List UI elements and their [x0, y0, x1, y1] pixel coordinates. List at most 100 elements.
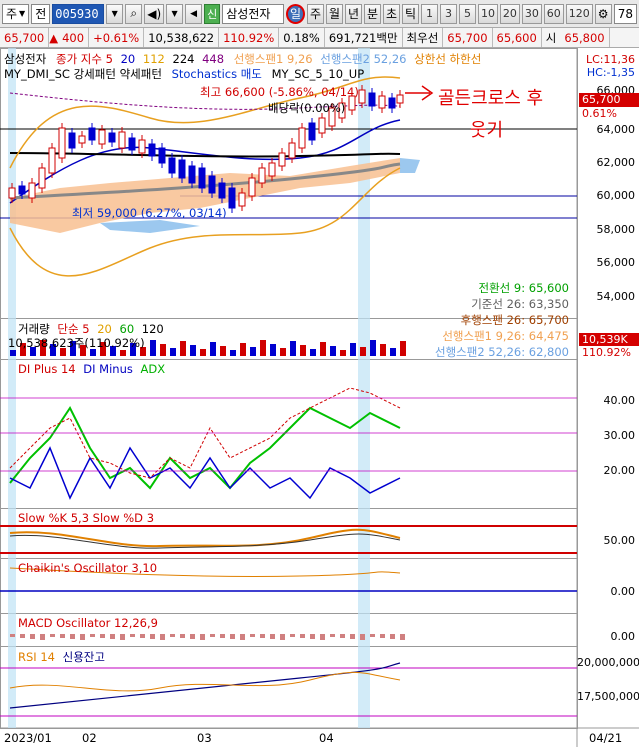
volume-value-text: 10,538,623주(110.92%) — [8, 336, 145, 350]
candle-body — [128, 137, 136, 151]
macd-bar — [310, 634, 315, 639]
candle-body — [88, 127, 96, 141]
candle-body — [98, 129, 106, 145]
period-month[interactable]: 월 — [326, 3, 343, 24]
stock-code-input[interactable] — [52, 3, 105, 24]
history-button[interactable]: ▼ — [166, 3, 184, 24]
sound-button[interactable]: ◀) — [144, 3, 165, 24]
legend-di-plus: DI Plus 14 — [18, 362, 76, 376]
dividend-annotation: 배당락(0.00%) — [268, 101, 346, 115]
date-axis-feb: 02 — [82, 731, 97, 745]
legend-di-minus: DI Minus — [83, 362, 133, 376]
period-year[interactable]: 년 — [345, 3, 362, 24]
ichimoku-span1: 선행스팬1 9,26: 64,475 — [442, 329, 569, 343]
candle-body — [48, 147, 56, 174]
interval-5[interactable]: 5 — [459, 3, 476, 24]
macd-bar — [170, 634, 175, 637]
macd-bar — [360, 634, 365, 640]
candle-body — [258, 167, 266, 184]
macd-bar — [150, 634, 155, 639]
volume-bar — [200, 349, 206, 356]
candle-body — [248, 177, 256, 197]
candle-body — [38, 167, 46, 189]
macd-bar — [220, 634, 225, 638]
legend-volume-ma20: 20 — [97, 322, 112, 336]
interval-60[interactable]: 60 — [543, 3, 564, 24]
price-change-pct: +0.61% — [93, 30, 140, 45]
volume-bar — [250, 347, 256, 356]
interval-20[interactable]: 20 — [499, 3, 520, 24]
market-select[interactable]: 주 ▼ — [2, 3, 30, 24]
interval-1[interactable]: 1 — [421, 3, 438, 24]
ichimoku-chikou: 후행스팬 26: 65,700 — [460, 313, 569, 327]
prev-button[interactable]: ◀ — [185, 3, 203, 24]
macd-bar — [300, 634, 305, 638]
ichimoku-cloud-blue — [100, 220, 200, 233]
interval-3[interactable]: 3 — [440, 3, 457, 24]
candle-body — [208, 175, 216, 194]
interval-120[interactable]: 120 — [565, 3, 593, 24]
macd-bar — [110, 634, 115, 639]
macd-bar — [130, 634, 135, 637]
volume-bar — [170, 348, 176, 356]
interval-10[interactable]: 10 — [478, 3, 498, 24]
quote-bar: 65,700 ▲ 400 +0.61% 10,538,622 110.92% 0.… — [0, 28, 639, 48]
turnover-ratio: 0.18% — [283, 30, 320, 45]
ichimoku-cloud-blue — [400, 158, 420, 173]
period-select[interactable]: 전 — [31, 3, 51, 24]
dmi-axis-40: 40.00 — [603, 394, 636, 407]
right-value-box[interactable]: 78 — [613, 3, 637, 24]
legend-ma-448: 448 — [202, 52, 225, 66]
handwritten-note-2: 웃기 — [470, 120, 504, 141]
period-minute[interactable]: 분 — [364, 3, 381, 24]
rsi-axis-20m: 20,000,000 — [577, 656, 639, 669]
price-axis-58000: 58,000 — [596, 223, 636, 236]
macd-bar — [100, 634, 105, 638]
macd-bar — [160, 634, 165, 640]
candle-body — [278, 152, 286, 167]
legend-volume-ma60: 60 — [119, 322, 135, 336]
candle-body — [138, 139, 146, 154]
volume-value: 10,538,622 — [148, 30, 215, 45]
price-axis-56000: 56,000 — [596, 256, 636, 269]
di-minus-line — [9, 446, 401, 500]
chart-area[interactable]: 삼성전자 종가 지수 5 20 112 224 448 선행스팬1 9,26 선… — [0, 48, 639, 747]
price-axis-60000: 60,000 — [596, 189, 636, 202]
stock-name-box: 삼성전자 — [222, 3, 284, 24]
search-button[interactable]: ⌕ — [125, 3, 143, 24]
dropdown-button[interactable]: ▼ — [106, 3, 124, 24]
legend-adx: ADX — [140, 362, 166, 376]
legend-span1: 선행스팬1 9,26 — [233, 52, 313, 66]
interval-30[interactable]: 30 — [521, 3, 542, 24]
legend-rsi: RSI 14 — [18, 650, 55, 664]
chart-canvas[interactable] — [0, 48, 639, 747]
candle-body — [18, 185, 26, 195]
period-day[interactable]: 일 — [286, 3, 305, 24]
period-tick[interactable]: 틱 — [402, 3, 419, 24]
dmi-axis-30: 30.00 — [603, 429, 636, 442]
candle-body — [288, 142, 296, 159]
price-axis-62000: 62,000 — [596, 156, 636, 169]
candle-body — [28, 182, 36, 199]
candle-body — [168, 157, 176, 174]
macd-bar — [400, 634, 405, 640]
volume-bar — [230, 350, 236, 356]
macd-bar — [120, 634, 125, 640]
macd-axis-0: 0.00 — [610, 630, 636, 643]
period-second[interactable]: 초 — [383, 3, 400, 24]
market-select-value: 주 — [6, 7, 18, 21]
date-axis-mar: 03 — [197, 731, 212, 745]
main-legend-row2: MY_DMI_SC 강세패턴 약세패턴 Stochastics 매도 MY_SC… — [4, 66, 364, 82]
macd-bar — [250, 634, 255, 637]
volume-bar — [290, 341, 296, 356]
price-axis-64000: 64,000 — [596, 123, 636, 136]
volume-bar — [350, 343, 356, 356]
macd-bar — [390, 634, 395, 639]
highlight-band — [8, 48, 16, 728]
macd-bar — [60, 634, 65, 638]
volume-bar — [150, 340, 156, 356]
period-week[interactable]: 주 — [307, 3, 324, 24]
volume-bar — [360, 347, 366, 356]
macd-bar — [380, 634, 385, 638]
settings-button[interactable]: ⚙ — [594, 3, 612, 24]
